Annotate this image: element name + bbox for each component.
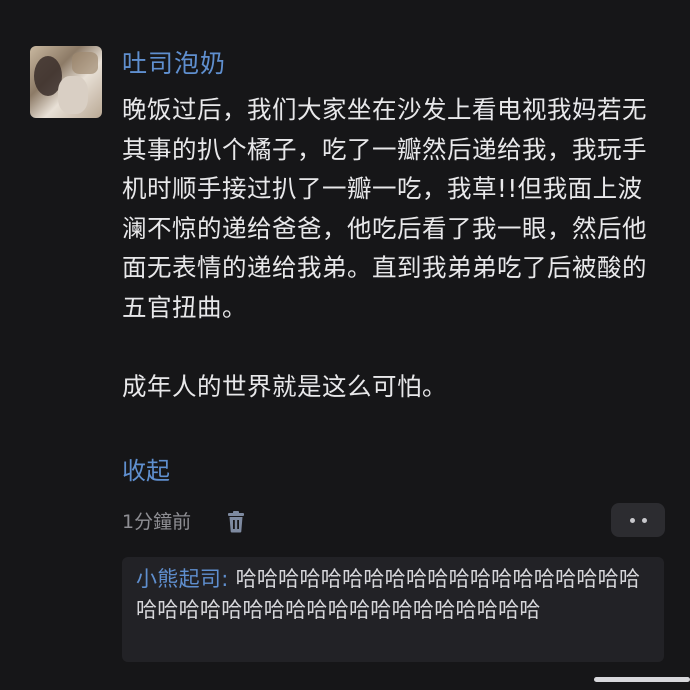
trash-icon[interactable] — [226, 511, 246, 533]
avatar[interactable] — [30, 46, 102, 118]
avatar-photo-shape — [58, 76, 88, 114]
reply-username[interactable]: 小熊起司 — [136, 567, 221, 591]
avatar-photo-shape — [72, 52, 98, 74]
comment-username[interactable]: 吐司泡奶 — [122, 46, 226, 82]
comment-body: 晚饭过后，我们大家坐在沙发上看电视我妈若无其事的扒个橘子，吃了一瓣然后递给我，我… — [122, 95, 647, 401]
comment-timestamp: 1分鐘前 — [122, 511, 192, 533]
more-dots-icon — [641, 517, 647, 523]
reply-content: 小熊起司: 哈哈哈哈哈哈哈哈哈哈哈哈哈哈哈哈哈哈哈哈哈哈哈哈哈哈哈哈哈哈哈哈哈哈… — [136, 564, 658, 626]
more-dots-icon — [629, 517, 635, 523]
reply-separator: : — [221, 567, 229, 591]
home-indicator — [594, 677, 690, 682]
more-options-button[interactable] — [611, 503, 665, 537]
collapse-button[interactable]: 收起 — [122, 454, 170, 488]
